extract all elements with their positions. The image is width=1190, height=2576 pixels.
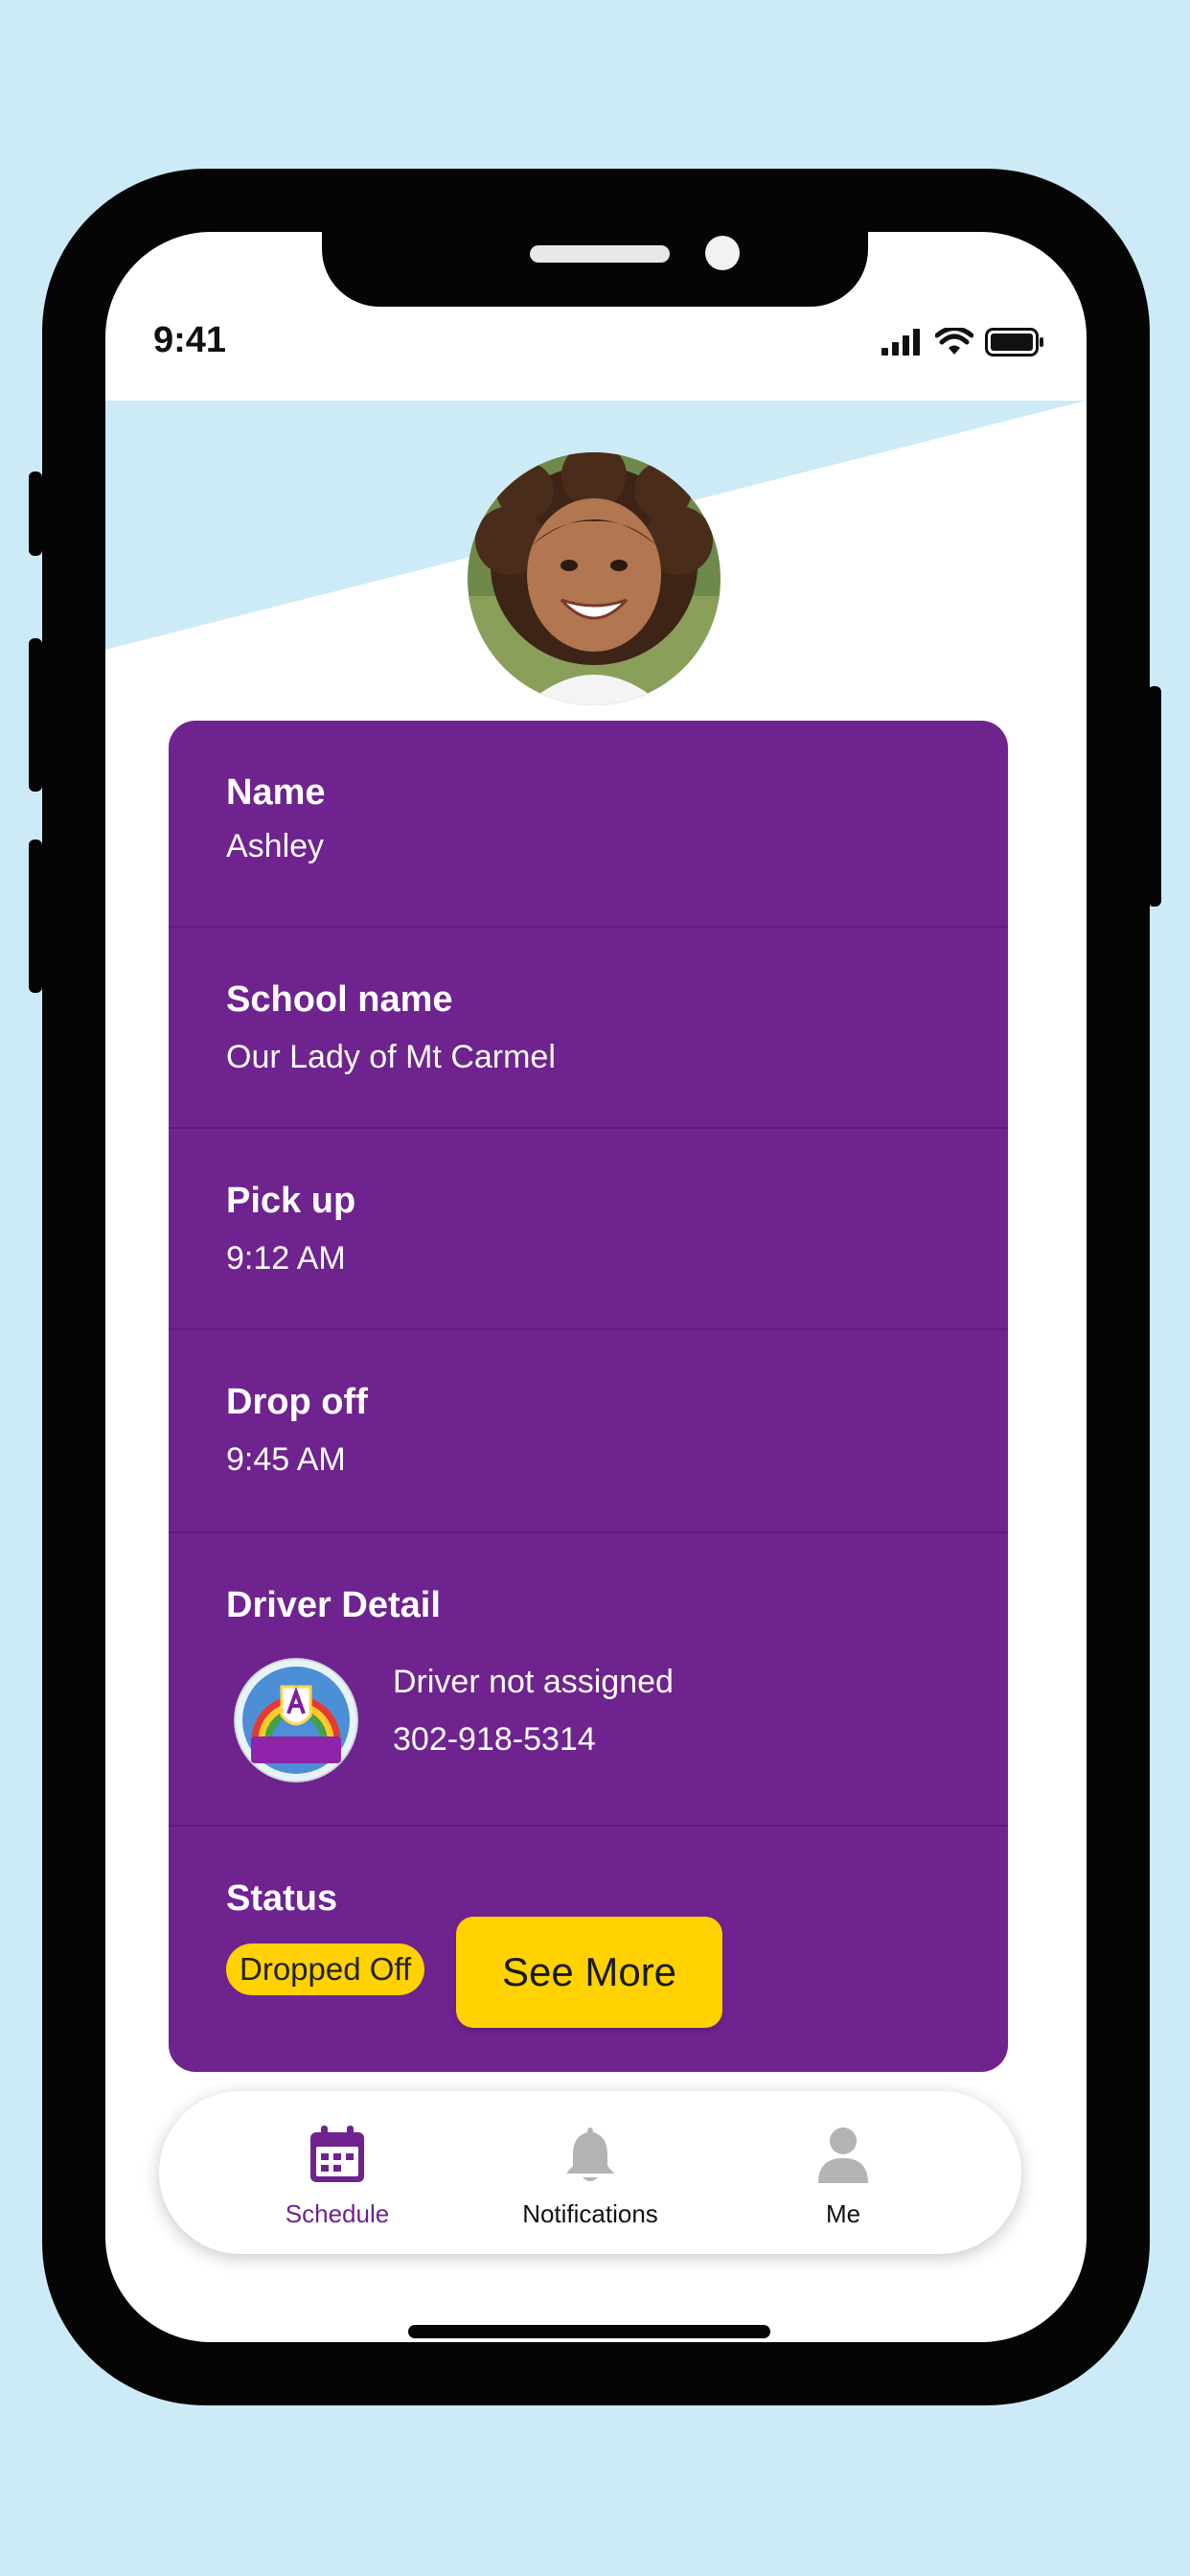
battery-icon	[985, 328, 1043, 356]
front-camera	[705, 236, 740, 270]
tab-notifications-label: Notifications	[522, 2199, 658, 2228]
home-indicator	[408, 2325, 770, 2338]
volume-up-button	[29, 638, 42, 792]
school-value: Our Lady of Mt Carmel	[226, 1039, 556, 1075]
tab-notifications[interactable]: Notifications	[475, 2124, 705, 2229]
status-time: 9:41	[153, 320, 227, 360]
status-badge: Dropped Off	[226, 1944, 425, 1995]
pickup-label: Pick up	[226, 1181, 356, 1221]
calendar-icon	[310, 2126, 364, 2182]
status-bar: 9:41	[105, 232, 1087, 401]
driver-label: Driver Detail	[226, 1585, 441, 1625]
driver-company-logo	[234, 1658, 358, 1782]
name-value: Ashley	[226, 828, 325, 864]
tab-schedule-label: Schedule	[285, 2199, 390, 2228]
phone-frame: 9:41 Name Ashley School name Our Lady of…	[42, 169, 1150, 2405]
dropoff-time: 9:45 AM	[226, 1441, 346, 1478]
driver-phone[interactable]: 302-918-5314	[393, 1721, 596, 1759]
speaker	[530, 245, 670, 263]
tab-schedule[interactable]: Schedule	[222, 2124, 452, 2229]
driver-row: Driver Detail Driver not assigned 302-91	[169, 1531, 1008, 1827]
volume-down-button	[29, 840, 42, 993]
name-label: Name	[226, 772, 326, 813]
pickup-row: Pick up 9:12 AM	[169, 1127, 1008, 1330]
mute-switch	[29, 472, 42, 556]
student-avatar	[468, 452, 721, 705]
status-label: Status	[226, 1878, 338, 1919]
school-label: School name	[226, 979, 453, 1020]
bell-icon	[566, 2128, 614, 2181]
notch	[322, 232, 868, 307]
pickup-time: 9:12 AM	[226, 1240, 346, 1276]
signal-icon	[881, 329, 920, 356]
name-row: Name Ashley	[169, 721, 1008, 928]
tab-me[interactable]: Me	[728, 2124, 958, 2229]
school-row: School name Our Lady of Mt Carmel	[169, 926, 1008, 1129]
driver-name: Driver not assigned	[393, 1664, 674, 1700]
power-button	[1148, 686, 1161, 907]
wifi-icon	[935, 328, 973, 355]
tab-me-label: Me	[825, 2199, 861, 2228]
phone-screen: 9:41 Name Ashley School name Our Lady of…	[105, 232, 1087, 2342]
status-icons	[881, 328, 1044, 356]
dropoff-row: Drop off 9:45 AM	[169, 1328, 1008, 1533]
see-more-button[interactable]: See More	[456, 1917, 722, 2028]
student-card: Name Ashley School name Our Lady of Mt C…	[169, 721, 1008, 2072]
dropoff-label: Drop off	[226, 1382, 368, 1422]
bottom-tab-bar: Schedule Notifications Me	[159, 2091, 1021, 2254]
person-icon	[818, 2128, 868, 2183]
